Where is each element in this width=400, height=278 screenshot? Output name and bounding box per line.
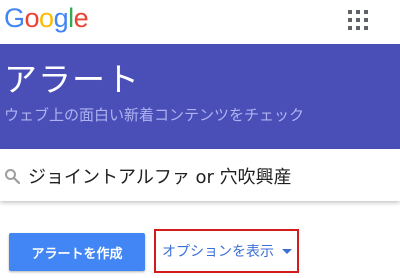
top-bar: Google [0, 0, 400, 44]
alert-query-input[interactable] [28, 162, 388, 190]
caret-down-icon [282, 248, 292, 254]
logo-letter: g [53, 3, 69, 33]
grid-apps-icon[interactable] [347, 9, 369, 31]
logo-letter: G [4, 3, 25, 33]
page-subtitle: ウェブ上の面白い新着コンテンツをチェック [4, 106, 305, 124]
google-logo[interactable]: Google [4, 3, 89, 33]
create-alert-button[interactable]: アラートを作成 [9, 233, 145, 271]
page-title: アラート [4, 60, 140, 99]
search-icon [5, 169, 20, 184]
logo-letter: e [73, 3, 89, 33]
show-options-link[interactable]: オプションを表示 [154, 229, 299, 273]
logo-letter: o [24, 3, 40, 33]
show-options-label: オプションを表示 [162, 244, 274, 260]
logo-letter: o [39, 3, 54, 33]
